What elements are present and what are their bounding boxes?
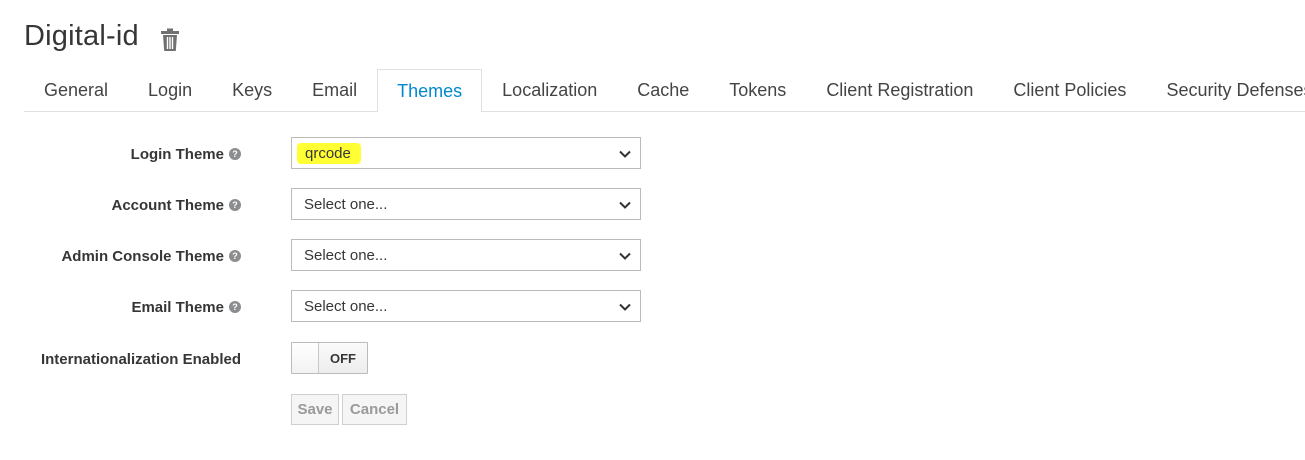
admin-console-theme-value: Select one... bbox=[304, 246, 388, 264]
internationalization-toggle[interactable]: OFF bbox=[291, 342, 368, 374]
tab-themes[interactable]: Themes bbox=[377, 69, 483, 112]
email-theme-label: Email Theme ? bbox=[131, 290, 241, 324]
email-theme-select[interactable]: Select one... bbox=[291, 290, 641, 322]
login-theme-label: Login Theme ? bbox=[131, 137, 241, 171]
chevron-down-icon bbox=[619, 252, 631, 260]
page-title: Digital-id bbox=[24, 20, 139, 52]
tab-general[interactable]: General bbox=[24, 69, 128, 111]
admin-console-theme-label: Admin Console Theme ? bbox=[61, 239, 241, 273]
login-theme-select[interactable]: qrcode bbox=[291, 137, 641, 169]
admin-console-theme-row: Admin Console Theme ? Select one... bbox=[0, 239, 700, 273]
email-theme-value: Select one... bbox=[304, 297, 388, 315]
toggle-handle[interactable] bbox=[292, 343, 319, 373]
toggle-state-label: OFF bbox=[330, 350, 356, 366]
account-theme-select[interactable]: Select one... bbox=[291, 188, 641, 220]
question-circle-icon[interactable]: ? bbox=[229, 199, 241, 211]
login-theme-value: qrcode bbox=[297, 142, 361, 164]
cancel-button[interactable]: Cancel bbox=[342, 394, 407, 425]
question-circle-icon[interactable]: ? bbox=[229, 148, 241, 160]
question-circle-icon[interactable]: ? bbox=[229, 250, 241, 262]
tab-email[interactable]: Email bbox=[292, 69, 377, 111]
form-actions: Save Cancel bbox=[291, 394, 410, 425]
tab-tokens[interactable]: Tokens bbox=[709, 69, 806, 111]
tab-client-registration[interactable]: Client Registration bbox=[806, 69, 993, 111]
realm-tabs: General Login Keys Email Themes Localiza… bbox=[24, 69, 1305, 112]
chevron-down-icon bbox=[619, 303, 631, 311]
account-theme-label: Account Theme ? bbox=[111, 188, 241, 222]
chevron-down-icon bbox=[619, 201, 631, 209]
question-circle-icon[interactable]: ? bbox=[229, 301, 241, 313]
tab-keys[interactable]: Keys bbox=[212, 69, 292, 111]
tab-cache[interactable]: Cache bbox=[617, 69, 709, 111]
tab-localization[interactable]: Localization bbox=[482, 69, 617, 111]
tab-login[interactable]: Login bbox=[128, 69, 212, 111]
realm-settings-page: Digital-id General Login Keys Email Them… bbox=[0, 0, 1305, 460]
tab-security-defenses[interactable]: Security Defenses bbox=[1146, 69, 1305, 111]
account-theme-value: Select one... bbox=[304, 195, 388, 213]
title-row: Digital-id bbox=[24, 20, 180, 53]
tab-client-policies[interactable]: Client Policies bbox=[993, 69, 1146, 111]
internationalization-row: Internationalization Enabled OFF bbox=[0, 342, 700, 376]
email-theme-row: Email Theme ? Select one... bbox=[0, 290, 700, 324]
chevron-down-icon bbox=[619, 150, 631, 158]
account-theme-row: Account Theme ? Select one... bbox=[0, 188, 700, 222]
trash-icon[interactable] bbox=[160, 27, 180, 53]
save-button[interactable]: Save bbox=[291, 394, 339, 425]
admin-console-theme-select[interactable]: Select one... bbox=[291, 239, 641, 271]
internationalization-label: Internationalization Enabled bbox=[40, 350, 241, 368]
login-theme-row: Login Theme ? qrcode bbox=[0, 137, 700, 171]
